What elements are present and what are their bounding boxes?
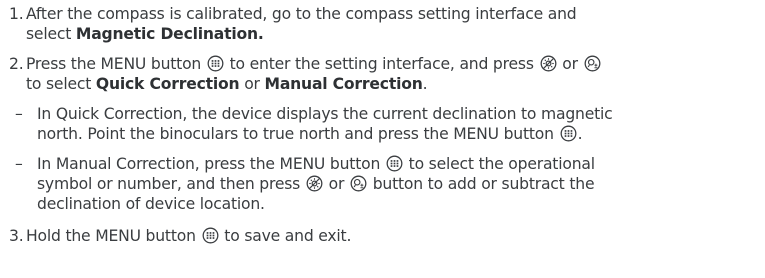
step-number: 2. — [9, 55, 24, 73]
step-1: 1. After the compass is calibrated, go to… — [9, 4, 759, 44]
zoom-button-icon — [584, 55, 601, 72]
manual-correction-label: Manual Correction — [264, 75, 423, 93]
step-text: to enter the setting interface, and pres… — [224, 55, 539, 73]
step-text: . — [422, 75, 428, 93]
step-number: 1. — [9, 5, 24, 23]
sub-item-text: button to add or subtract the — [367, 175, 595, 193]
sub-item-text: symbol or number, and then press — [37, 175, 305, 193]
brightness-button-icon — [306, 175, 323, 192]
menu-button-icon — [560, 125, 577, 142]
step-2-line-1: 2. Press the MENU button to enter the set… — [9, 54, 759, 74]
instruction-document: 1. After the compass is calibrated, go to… — [0, 0, 765, 278]
sub-item-text: north. Point the binoculars to true nort… — [37, 125, 559, 143]
magnetic-declination-label: Magnetic Declination. — [75, 25, 264, 43]
step-text: to save and exit. — [219, 227, 352, 245]
sub-item-line-3: declination of device location. — [9, 194, 759, 214]
sub-item-text: . — [577, 125, 583, 143]
step-text: Hold the MENU button — [26, 227, 201, 245]
step-3: 3. Hold the MENU button to save and exit. — [9, 226, 759, 246]
sub-item-line-2: symbol or number, and then press or butt… — [9, 174, 759, 194]
sub-item-text: In Manual Correction, press the MENU but… — [37, 155, 385, 173]
sub-item-manual-correction: – In Manual Correction, press the MENU bu… — [9, 154, 759, 214]
sub-item-line-1: – In Manual Correction, press the MENU bu… — [9, 154, 759, 174]
step-text: After the compass is calibrated, go to t… — [26, 5, 577, 23]
step-2: 2. Press the MENU button to enter the set… — [9, 54, 759, 94]
dash-bullet: – — [15, 105, 23, 123]
sub-item-text: or — [323, 175, 349, 193]
step-text: to select — [26, 75, 96, 93]
step-number: 3. — [9, 227, 24, 245]
sub-item-line-1: – In Quick Correction, the device display… — [9, 104, 759, 124]
dash-bullet: – — [15, 155, 23, 173]
step-1-line-1: 1. After the compass is calibrated, go to… — [9, 4, 759, 24]
zoom-button-icon — [350, 175, 367, 192]
step-text: or — [557, 55, 583, 73]
sub-item-line-2: north. Point the binoculars to true nort… — [9, 124, 759, 144]
brightness-button-icon — [540, 55, 557, 72]
step-text: or — [239, 75, 265, 93]
menu-button-icon — [202, 227, 219, 244]
menu-button-icon — [207, 55, 224, 72]
step-2-line-2: to select Quick Correction or Manual Cor… — [9, 74, 759, 94]
step-3-line-1: 3. Hold the MENU button to save and exit. — [9, 226, 759, 246]
step-1-line-2: select Magnetic Declination. — [9, 24, 759, 44]
sub-item-text: to select the operational — [403, 155, 595, 173]
sub-item-quick-correction: – In Quick Correction, the device display… — [9, 104, 759, 144]
sub-item-text: declination of device location. — [37, 195, 265, 213]
quick-correction-label: Quick Correction — [95, 75, 240, 93]
sub-item-text: In Quick Correction, the device displays… — [37, 105, 613, 123]
menu-button-icon — [386, 155, 403, 172]
step-text: Press the MENU button — [26, 55, 206, 73]
step-text: select — [26, 25, 76, 43]
